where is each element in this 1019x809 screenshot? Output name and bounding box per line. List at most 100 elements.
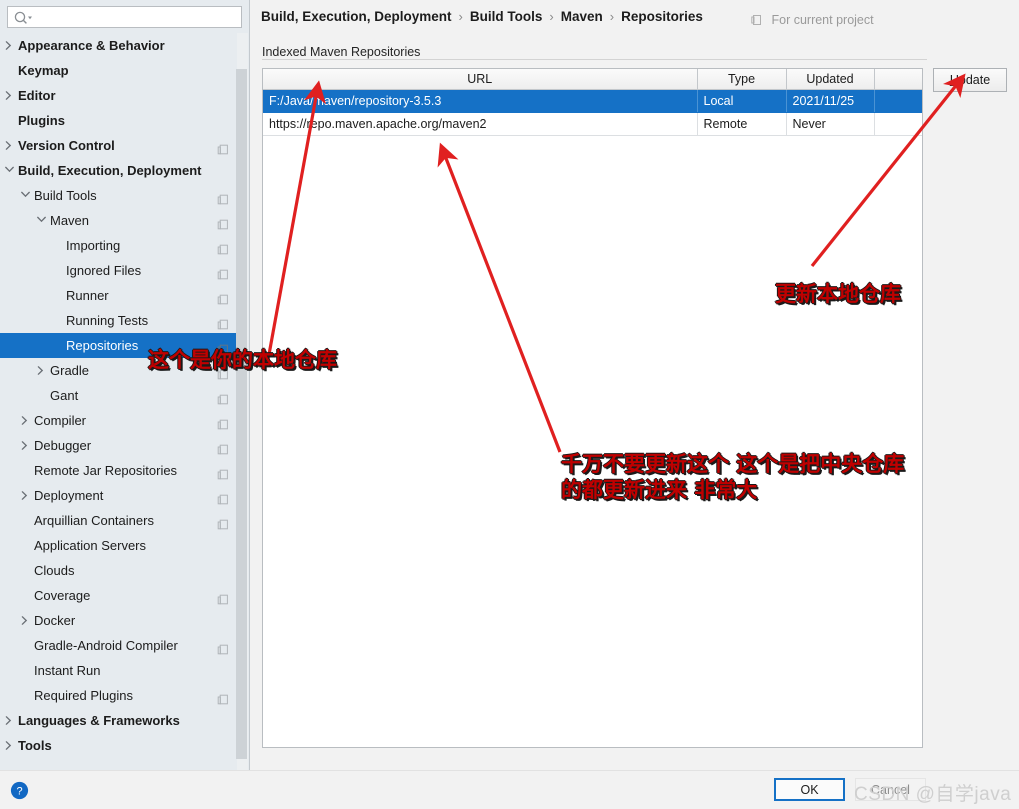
chevron-right-icon[interactable] [18, 433, 32, 458]
help-circle-icon[interactable]: ? [10, 781, 29, 800]
chevron-right-icon[interactable] [2, 33, 16, 58]
sidebar-scrollbar-thumb[interactable] [236, 69, 247, 759]
row-type[interactable]: Local [697, 89, 787, 113]
chevron-right-icon[interactable] [18, 483, 32, 508]
sidebar-item-compiler[interactable]: Compiler [0, 408, 237, 433]
sidebar-item-label: Gradle-Android Compiler [34, 638, 178, 653]
sidebar-item-plugins[interactable]: Plugins [0, 108, 237, 133]
table-row[interactable]: F:/Java/maven/repository-3.5.3 Local 2021/… [263, 89, 922, 113]
ok-button[interactable]: OK [774, 778, 845, 801]
row-updated[interactable]: 2021/11/25 [786, 89, 875, 113]
chevron-right-icon[interactable] [2, 83, 16, 108]
copy-settings-icon[interactable] [217, 239, 229, 255]
chevron-right-icon[interactable] [18, 608, 32, 633]
cancel-button[interactable]: Cancel [855, 778, 926, 801]
sidebar-item-version-control[interactable]: Version Control [0, 133, 237, 158]
copy-settings-icon[interactable] [217, 689, 229, 705]
copy-settings-icon[interactable] [217, 189, 229, 205]
copy-settings-icon[interactable] [217, 514, 229, 530]
sidebar-item-coverage[interactable]: Coverage [0, 583, 237, 608]
sidebar-item-appearance-behavior[interactable]: Appearance & Behavior [0, 33, 237, 58]
copy-settings-icon[interactable] [217, 639, 229, 655]
sidebar-item-build-execution-deployment[interactable]: Build, Execution, Deployment [0, 158, 237, 183]
sidebar-item-label: Plugins [18, 113, 65, 128]
sidebar-item-editor[interactable]: Editor [0, 83, 237, 108]
annotation-text-0: 这个是你的本地仓库 [148, 348, 337, 372]
sidebar-item-instant-run[interactable]: Instant Run [0, 658, 237, 683]
table-column-header-3[interactable] [874, 69, 922, 90]
copy-settings-icon[interactable] [217, 414, 229, 430]
sidebar-item-arquillian-containers[interactable]: Arquillian Containers [0, 508, 237, 533]
copy-settings-icon[interactable] [217, 464, 229, 480]
sidebar-item-label: Maven [50, 213, 90, 228]
row-url[interactable]: F:/Java/maven/repository-3.5.3 [263, 89, 698, 113]
copy-settings-icon[interactable] [217, 489, 229, 505]
copy-settings-icon[interactable] [217, 389, 229, 405]
copy-settings-icon[interactable] [217, 314, 229, 330]
sidebar-item-application-servers[interactable]: Application Servers [0, 533, 237, 558]
copy-settings-icon[interactable] [217, 439, 229, 455]
chevron-right-icon[interactable] [2, 133, 16, 158]
sidebar-scrollbar-track[interactable] [236, 33, 248, 770]
repositories-table[interactable]: URL Type Updated F:/Java/maven/repository-… [263, 69, 922, 136]
chevron-right-icon[interactable] [34, 358, 48, 383]
breadcrumb: Build, Execution, Deployment › Build Tools… [261, 6, 703, 28]
sidebar-item-debugger[interactable]: Debugger [0, 433, 237, 458]
sidebar-item-label: Instant Run [34, 663, 101, 678]
sidebar-item-importing[interactable]: Importing [0, 233, 237, 258]
sidebar-item-ignored-files[interactable]: Ignored Files [0, 258, 237, 283]
sidebar-item-label: Editor [18, 88, 56, 103]
settings-main-pane: Build, Execution, Deployment › Build Tools… [251, 0, 1019, 770]
copy-settings-icon[interactable] [217, 139, 229, 155]
table-column-header-2[interactable]: Updated [786, 69, 875, 90]
repositories-table-panel[interactable]: URL Type Updated F:/Java/maven/repository-… [262, 68, 923, 748]
sidebar-item-keymap[interactable]: Keymap [0, 58, 237, 83]
table-column-header-0[interactable]: URL [263, 69, 698, 90]
copy-settings-icon[interactable] [217, 289, 229, 305]
table-body[interactable]: F:/Java/maven/repository-3.5.3 Local 2021/… [263, 89, 922, 136]
chevron-down-icon[interactable] [34, 208, 48, 233]
search-field[interactable] [7, 6, 242, 28]
search-input[interactable] [34, 8, 238, 26]
chevron-right-icon[interactable] [2, 708, 16, 733]
breadcrumb-part-0[interactable]: Build, Execution, Deployment [261, 9, 452, 24]
row-updated[interactable]: Never [786, 112, 875, 136]
sidebar-item-deployment[interactable]: Deployment [0, 483, 237, 508]
chevron-down-icon[interactable] [2, 158, 16, 183]
row-extra[interactable] [874, 112, 922, 136]
update-button[interactable]: Update [933, 68, 1007, 92]
copy-settings-icon[interactable] [217, 214, 229, 230]
sidebar-item-label: Deployment [34, 488, 104, 503]
sidebar-item-running-tests[interactable]: Running Tests [0, 308, 237, 333]
sidebar-item-docker[interactable]: Docker [0, 608, 237, 633]
sidebar-item-tools[interactable]: Tools [0, 733, 237, 758]
sidebar-item-label: Gradle [50, 363, 90, 378]
chevron-down-icon[interactable] [18, 183, 32, 208]
project-scope-icon [751, 13, 763, 31]
sidebar-item-gradle-android-compiler[interactable]: Gradle-Android Compiler [0, 633, 237, 658]
row-extra[interactable] [874, 89, 922, 113]
table-column-header-1[interactable]: Type [697, 69, 787, 90]
table-row[interactable]: https://repo.maven.apache.org/maven2 Remo… [263, 112, 922, 136]
row-url[interactable]: https://repo.maven.apache.org/maven2 [263, 112, 698, 136]
settings-tree[interactable]: Appearance & Behavior Keymap Editor Plugins… [0, 33, 237, 770]
sidebar-item-gant[interactable]: Gant [0, 383, 237, 408]
svg-text:?: ? [16, 786, 22, 798]
breadcrumb-part-3[interactable]: Repositories [621, 9, 703, 24]
sidebar-item-runner[interactable]: Runner [0, 283, 237, 308]
chevron-right-icon[interactable] [2, 733, 16, 758]
sidebar-item-label: Runner [66, 288, 109, 303]
sidebar-item-clouds[interactable]: Clouds [0, 558, 237, 583]
update-button-mnemonic: U [949, 73, 959, 87]
sidebar-item-maven[interactable]: Maven [0, 208, 237, 233]
sidebar-item-remote-jar-repositories[interactable]: Remote Jar Repositories [0, 458, 237, 483]
sidebar-item-required-plugins[interactable]: Required Plugins [0, 683, 237, 708]
breadcrumb-part-2[interactable]: Maven [561, 9, 603, 24]
chevron-right-icon[interactable] [18, 408, 32, 433]
breadcrumb-part-1[interactable]: Build Tools [470, 9, 543, 24]
row-type[interactable]: Remote [697, 112, 787, 136]
copy-settings-icon[interactable] [217, 264, 229, 280]
sidebar-item-build-tools[interactable]: Build Tools [0, 183, 237, 208]
sidebar-item-languages-frameworks[interactable]: Languages & Frameworks [0, 708, 237, 733]
copy-settings-icon[interactable] [217, 589, 229, 605]
